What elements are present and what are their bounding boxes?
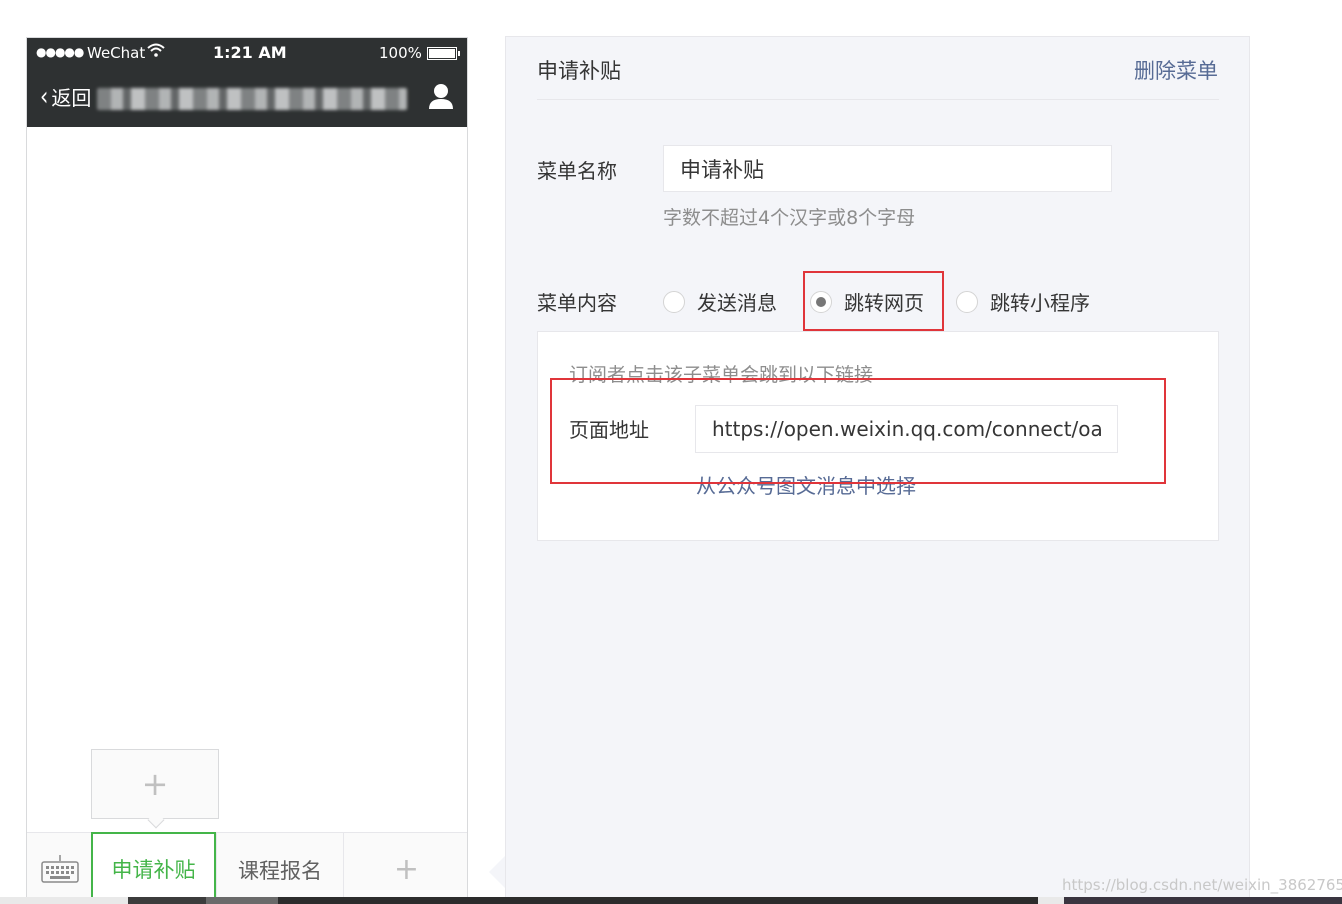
account-name-blurred	[97, 88, 407, 110]
radio-label: 跳转小程序	[990, 291, 1090, 315]
webpage-settings-box: 订阅者点击该子菜单会跳到以下链接 页面地址 从公众号图文消息中选择	[537, 331, 1219, 541]
radio-circle	[663, 290, 685, 313]
watermark: https://blog.csdn.net/weixin_38627655	[1062, 876, 1342, 894]
menu-item-apply-subsidy[interactable]: 申请补贴	[91, 832, 216, 904]
person-icon[interactable]	[427, 82, 455, 110]
keyboard-icon[interactable]	[41, 855, 79, 885]
taskbar-strip	[0, 897, 1342, 904]
menu-item-course-signup[interactable]: 课程报名	[216, 833, 343, 904]
page-url-input[interactable]	[695, 405, 1118, 453]
menu-editor-panel: 申请补贴 删除菜单 菜单名称 字数不超过4个汉字或8个字母 菜单内容 发送消息 …	[505, 36, 1250, 904]
carrier-name: WeChat	[87, 44, 146, 62]
phone-preview: ●●●●● WeChat 1:21 AM 100% ‹ 返回 + 申请补贴 课程…	[26, 37, 468, 904]
divider	[537, 99, 1219, 100]
editor-pointer-arrow	[489, 855, 506, 889]
menu-content-label: 菜单内容	[537, 291, 617, 315]
radio-label: 发送消息	[697, 291, 777, 315]
battery-icon	[427, 47, 460, 60]
radio-circle	[956, 290, 978, 313]
editor-title: 申请补贴	[537, 59, 621, 83]
radio-jump-miniprogram[interactable]: 跳转小程序	[956, 287, 1090, 316]
clock: 1:21 AM	[213, 43, 287, 62]
radio-label: 跳转网页	[844, 291, 924, 315]
jump-description: 订阅者点击该子菜单会跳到以下链接	[569, 364, 874, 386]
delete-menu-link[interactable]: 删除菜单	[1134, 55, 1218, 85]
radio-jump-webpage[interactable]: 跳转网页	[810, 287, 924, 316]
radio-send-message[interactable]: 发送消息	[663, 287, 777, 316]
chat-area	[27, 127, 467, 833]
chevron-left-icon: ‹	[40, 81, 49, 112]
phone-header: ●●●●● WeChat 1:21 AM 100% ‹ 返回	[27, 38, 467, 127]
wifi-icon	[147, 43, 165, 61]
pick-article-link[interactable]: 从公众号图文消息中选择	[696, 470, 916, 499]
radio-circle-checked	[810, 290, 832, 313]
menu-name-hint: 字数不超过4个汉字或8个字母	[663, 207, 916, 229]
back-button[interactable]: ‹ 返回	[39, 82, 91, 111]
page-url-label: 页面地址	[569, 418, 649, 442]
add-menu-button[interactable]: +	[343, 833, 467, 904]
signal-strength: ●●●●●	[36, 45, 84, 59]
add-sub-menu-button[interactable]: +	[92, 750, 218, 818]
sub-menu-popup: +	[91, 749, 219, 829]
custom-menu-bar: 申请补贴 课程报名 +	[27, 832, 467, 904]
menu-name-input[interactable]	[663, 145, 1112, 192]
menu-name-label: 菜单名称	[537, 159, 617, 183]
nav-bar: ‹ 返回	[27, 74, 467, 124]
back-label: 返回	[51, 86, 92, 110]
battery-percent: 100%	[379, 44, 422, 62]
status-bar: ●●●●● WeChat 1:21 AM 100%	[27, 38, 467, 68]
